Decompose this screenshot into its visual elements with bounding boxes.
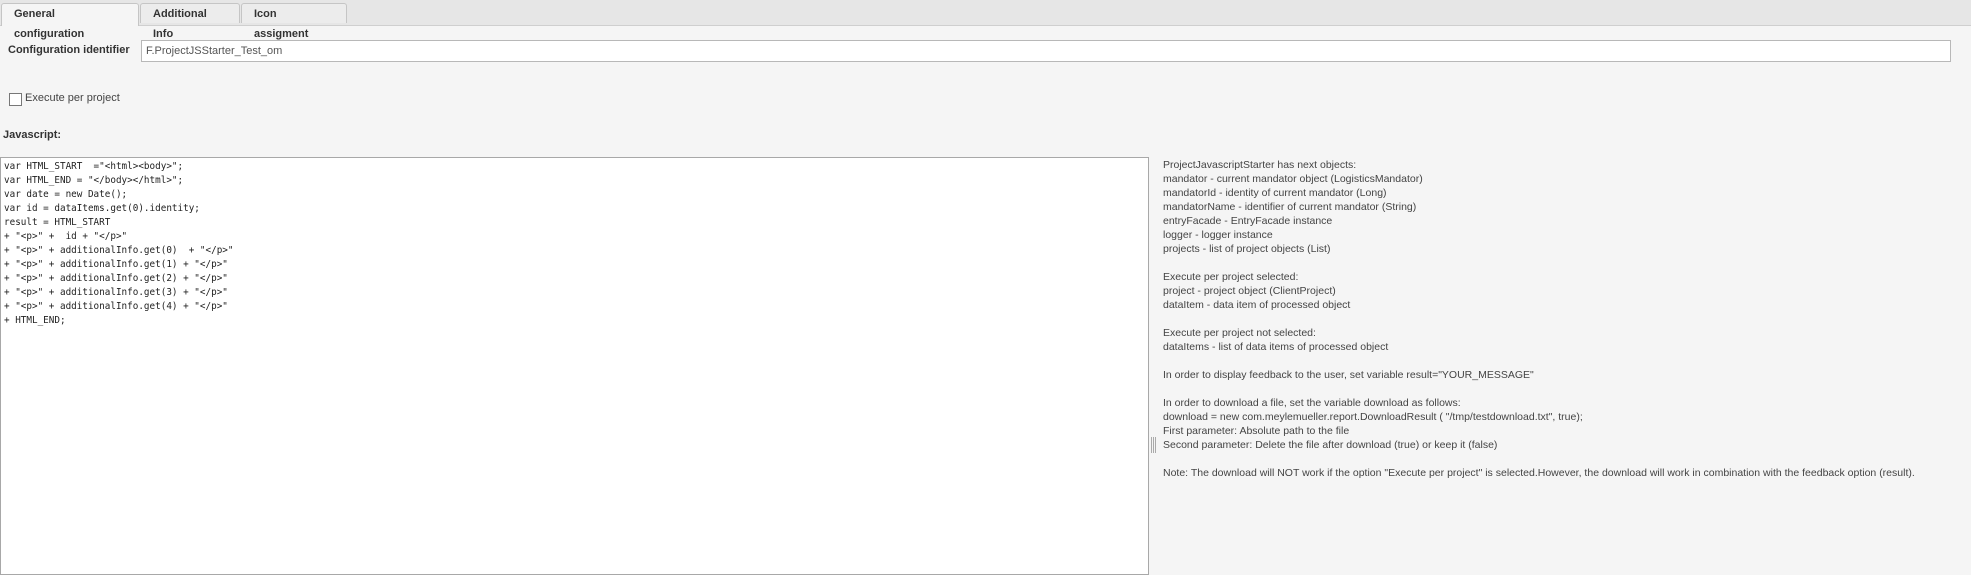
help-line: First parameter: Absolute path to the fi… bbox=[1163, 425, 1350, 437]
help-spacer bbox=[1163, 382, 1963, 396]
code-line: + "<p>" + id + "</p>" bbox=[4, 231, 128, 242]
tab-icon-assignment[interactable]: Icon assigment bbox=[241, 3, 347, 40]
execute-per-project-checkbox[interactable] bbox=[9, 93, 22, 106]
javascript-editor[interactable]: var HTML_START ="<html><body>"; var HTML_… bbox=[0, 157, 1149, 575]
help-line: Second parameter: Delete the file after … bbox=[1163, 439, 1498, 451]
help-spacer bbox=[1163, 312, 1963, 326]
code-line: result = HTML_START bbox=[4, 217, 111, 228]
code-line: + HTML_END; bbox=[4, 315, 66, 326]
javascript-label: Javascript: bbox=[3, 129, 62, 141]
code-line: + "<p>" + additionalInfo.get(3) + "</p>" bbox=[4, 287, 228, 298]
tab-additional-info[interactable]: Additional Info bbox=[140, 3, 240, 40]
help-line: project - project object (ClientProject) bbox=[1163, 285, 1336, 297]
configuration-identifier-input[interactable] bbox=[141, 40, 1951, 62]
help-line: logger - logger instance bbox=[1163, 229, 1273, 241]
help-line: mandator - current mandator object (Logi… bbox=[1163, 173, 1423, 185]
code-line: var HTML_END = "</body></html>"; bbox=[4, 175, 184, 186]
code-line: + "<p>" + additionalInfo.get(1) + "</p>" bbox=[4, 259, 228, 270]
help-text-panel: ProjectJavascriptStarter has next object… bbox=[1163, 158, 1963, 480]
code-line: var date = new Date(); bbox=[4, 189, 128, 200]
code-line: + "<p>" + additionalInfo.get(2) + "</p>" bbox=[4, 273, 228, 284]
configuration-identifier-label: Configuration identifier bbox=[8, 44, 130, 56]
code-line: var id = dataItems.get(0).identity; bbox=[4, 203, 200, 214]
help-spacer bbox=[1163, 452, 1963, 466]
help-line: Note: The download will NOT work if the … bbox=[1163, 467, 1915, 479]
help-line: In order to display feedback to the user… bbox=[1163, 369, 1534, 381]
help-line: mandatorName - identifier of current man… bbox=[1163, 201, 1417, 213]
help-line: Execute per project not selected: bbox=[1163, 327, 1316, 339]
help-line: ProjectJavascriptStarter has next object… bbox=[1163, 159, 1357, 171]
help-line: mandatorId - identity of current mandato… bbox=[1163, 187, 1387, 199]
help-line: projects - list of project objects (List… bbox=[1163, 243, 1331, 255]
help-line: dataItems - list of data items of proces… bbox=[1163, 341, 1389, 353]
help-spacer bbox=[1163, 256, 1963, 270]
help-line: Execute per project selected: bbox=[1163, 271, 1299, 283]
help-spacer bbox=[1163, 354, 1963, 368]
help-line: download = new com.meylemueller.report.D… bbox=[1163, 411, 1583, 423]
code-line: + "<p>" + additionalInfo.get(4) + "</p>" bbox=[4, 301, 228, 312]
code-line: + "<p>" + additionalInfo.get(0) + "</p>" bbox=[4, 245, 234, 256]
splitter-handle[interactable] bbox=[1151, 437, 1156, 453]
code-line: var HTML_START ="<html><body>"; bbox=[4, 161, 184, 172]
help-line: In order to download a file, set the var… bbox=[1163, 397, 1461, 409]
help-line: entryFacade - EntryFacade instance bbox=[1163, 215, 1333, 227]
tab-bar: General configuration Additional Info Ic… bbox=[0, 0, 1971, 40]
execute-per-project-label: Execute per project bbox=[25, 92, 120, 104]
help-line: dataItem - data item of processed object bbox=[1163, 299, 1351, 311]
tab-general-configuration[interactable]: General configuration bbox=[1, 3, 139, 40]
